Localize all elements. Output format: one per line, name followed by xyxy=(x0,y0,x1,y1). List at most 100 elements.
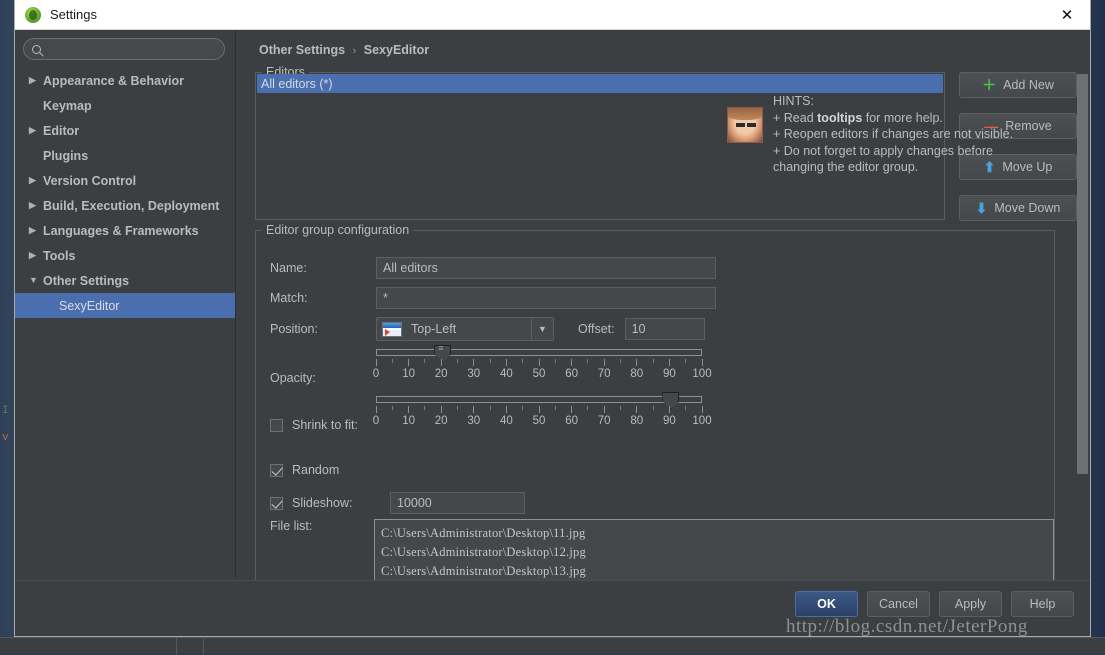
shrink-to-fit-slider[interactable]: 0102030405060708090100 xyxy=(376,396,702,430)
slideshow-input[interactable] xyxy=(390,492,525,514)
content-scrollbar[interactable] xyxy=(1077,68,1088,520)
slider-tick xyxy=(620,359,621,363)
sidebar-item-tools[interactable]: ▶Tools xyxy=(15,243,235,268)
content-scrollbar-thumb[interactable] xyxy=(1077,74,1088,474)
slider-tick xyxy=(522,406,523,410)
taskbar-segment xyxy=(176,638,204,655)
android-studio-icon xyxy=(25,7,41,23)
sidebar-item-plugins[interactable]: ▶Plugins xyxy=(15,143,235,168)
opacity-slider-labels: 0102030405060708090100 xyxy=(376,368,702,383)
file-list-line: C:\Users\Administrator\Desktop\13.jpg xyxy=(381,562,1047,580)
chevron-right-icon[interactable]: ▶ xyxy=(29,126,43,135)
slider-tick xyxy=(669,406,670,413)
cancel-button[interactable]: Cancel xyxy=(867,591,930,617)
slider-tick xyxy=(408,359,409,366)
sidebar-item-version-control[interactable]: ▶Version Control xyxy=(15,168,235,193)
slider-tick xyxy=(392,359,393,363)
chevron-right-icon[interactable]: ▶ xyxy=(29,201,43,210)
apply-button[interactable]: Apply xyxy=(939,591,1002,617)
sidebar-item-editor[interactable]: ▶Editor xyxy=(15,118,235,143)
opacity-slider[interactable]: 0102030405060708090100 xyxy=(376,349,702,383)
slider-tick-label: 60 xyxy=(565,415,578,427)
hints-panel: HINTS: + Read tooltips for more help. + … xyxy=(727,93,1013,176)
breadcrumb-leaf: SexyEditor xyxy=(364,43,429,57)
settings-content: Other Settings › SexyEditor Editors All … xyxy=(237,30,1090,580)
slider-tick xyxy=(424,359,425,363)
slider-tick xyxy=(376,406,377,413)
shrink-to-fit-slider-track[interactable] xyxy=(376,396,702,403)
offset-input[interactable] xyxy=(625,318,705,340)
chevron-right-icon[interactable]: ▶ xyxy=(29,76,43,85)
position-dropdown[interactable]: Top-Left ▼ xyxy=(376,317,554,341)
position-row: Position: Top-Left ▼ Offset: xyxy=(270,317,705,341)
sidebar-item-label: SexyEditor xyxy=(59,299,119,313)
sidebar-item-label: Appearance & Behavior xyxy=(43,74,184,88)
slider-tick xyxy=(555,406,556,410)
slider-tick-label: 10 xyxy=(402,368,415,380)
slider-tick xyxy=(587,406,588,410)
position-value: Top-Left xyxy=(411,322,531,336)
chevron-right-icon[interactable]: ▶ xyxy=(29,176,43,185)
position-label: Position: xyxy=(270,322,376,336)
slider-tick xyxy=(604,406,605,413)
name-input[interactable] xyxy=(376,257,716,279)
taskbar-strip xyxy=(0,637,1105,654)
move-down-button[interactable]: ⬇Move Down xyxy=(959,195,1077,221)
random-label: Random xyxy=(292,463,339,477)
slider-tick-label: 0 xyxy=(373,368,379,380)
editor-group-configuration: Editor group configuration Name: Match: … xyxy=(255,230,1055,580)
search-input[interactable] xyxy=(47,41,216,57)
shrink-to-fit-slider-ticks xyxy=(376,406,702,415)
sidebar-item-languages-frameworks[interactable]: ▶Languages & Frameworks xyxy=(15,218,235,243)
chevron-right-icon[interactable]: ▶ xyxy=(29,251,43,260)
slider-tick xyxy=(571,359,572,366)
config-group-legend: Editor group configuration xyxy=(262,223,413,237)
sidebar-item-label: Tools xyxy=(43,249,75,263)
opacity-slider-track[interactable] xyxy=(376,349,702,356)
slider-tick-label: 80 xyxy=(630,368,643,380)
window-position-icon xyxy=(382,322,402,337)
shrink-to-fit-checkbox[interactable] xyxy=(270,419,283,432)
slider-tick xyxy=(441,359,442,366)
chevron-down-icon[interactable]: ▼ xyxy=(531,318,553,340)
chevron-right-icon[interactable]: ▶ xyxy=(29,226,43,235)
sidebar-item-sexyeditor[interactable]: SexyEditor xyxy=(15,293,235,318)
slider-tick xyxy=(669,359,670,366)
slider-tick-label: 100 xyxy=(692,368,711,380)
slider-tick xyxy=(653,359,654,363)
move-down-icon: ⬇ xyxy=(976,201,988,215)
slider-tick xyxy=(653,406,654,410)
sidebar-item-build-execution-deployment[interactable]: ▶Build, Execution, Deployment xyxy=(15,193,235,218)
chevron-down-icon[interactable]: ▼ xyxy=(29,276,43,285)
slider-tick xyxy=(473,406,474,413)
slider-tick xyxy=(636,406,637,413)
sidebar-item-other-settings[interactable]: ▼Other Settings xyxy=(15,268,235,293)
slider-tick-label: 20 xyxy=(435,368,448,380)
sidebar-item-keymap[interactable]: ▶Keymap xyxy=(15,93,235,118)
slider-tick-label: 30 xyxy=(467,415,480,427)
slideshow-checkbox[interactable] xyxy=(270,497,283,510)
match-input[interactable] xyxy=(376,287,716,309)
file-list-textarea[interactable]: C:\Users\Administrator\Desktop\11.jpgC:\… xyxy=(374,519,1054,580)
file-list-label: File list: xyxy=(270,519,312,533)
slider-tick-label: 40 xyxy=(500,415,513,427)
help-button[interactable]: Help xyxy=(1011,591,1074,617)
offset-label: Offset: xyxy=(578,322,615,336)
close-icon[interactable]: ✕ xyxy=(1044,0,1090,29)
breadcrumb-root[interactable]: Other Settings xyxy=(259,43,345,57)
window-title: Settings xyxy=(50,7,97,22)
slider-tick-label: 30 xyxy=(467,368,480,380)
sidebar-item-appearance-behavior[interactable]: ▶Appearance & Behavior xyxy=(15,68,235,93)
slider-tick xyxy=(424,406,425,410)
editors-list-item[interactable]: All editors (*) xyxy=(257,74,943,93)
ok-button[interactable]: OK xyxy=(795,591,858,617)
slider-tick-label: 20 xyxy=(435,415,448,427)
name-label: Name: xyxy=(270,261,376,275)
slider-tick-label: 10 xyxy=(402,415,415,427)
slider-tick-label: 70 xyxy=(598,415,611,427)
slider-tick xyxy=(636,359,637,366)
search-box[interactable] xyxy=(23,38,225,60)
random-checkbox[interactable] xyxy=(270,464,283,477)
side-button-label: Add New xyxy=(1003,78,1054,92)
slider-tick xyxy=(702,359,703,366)
